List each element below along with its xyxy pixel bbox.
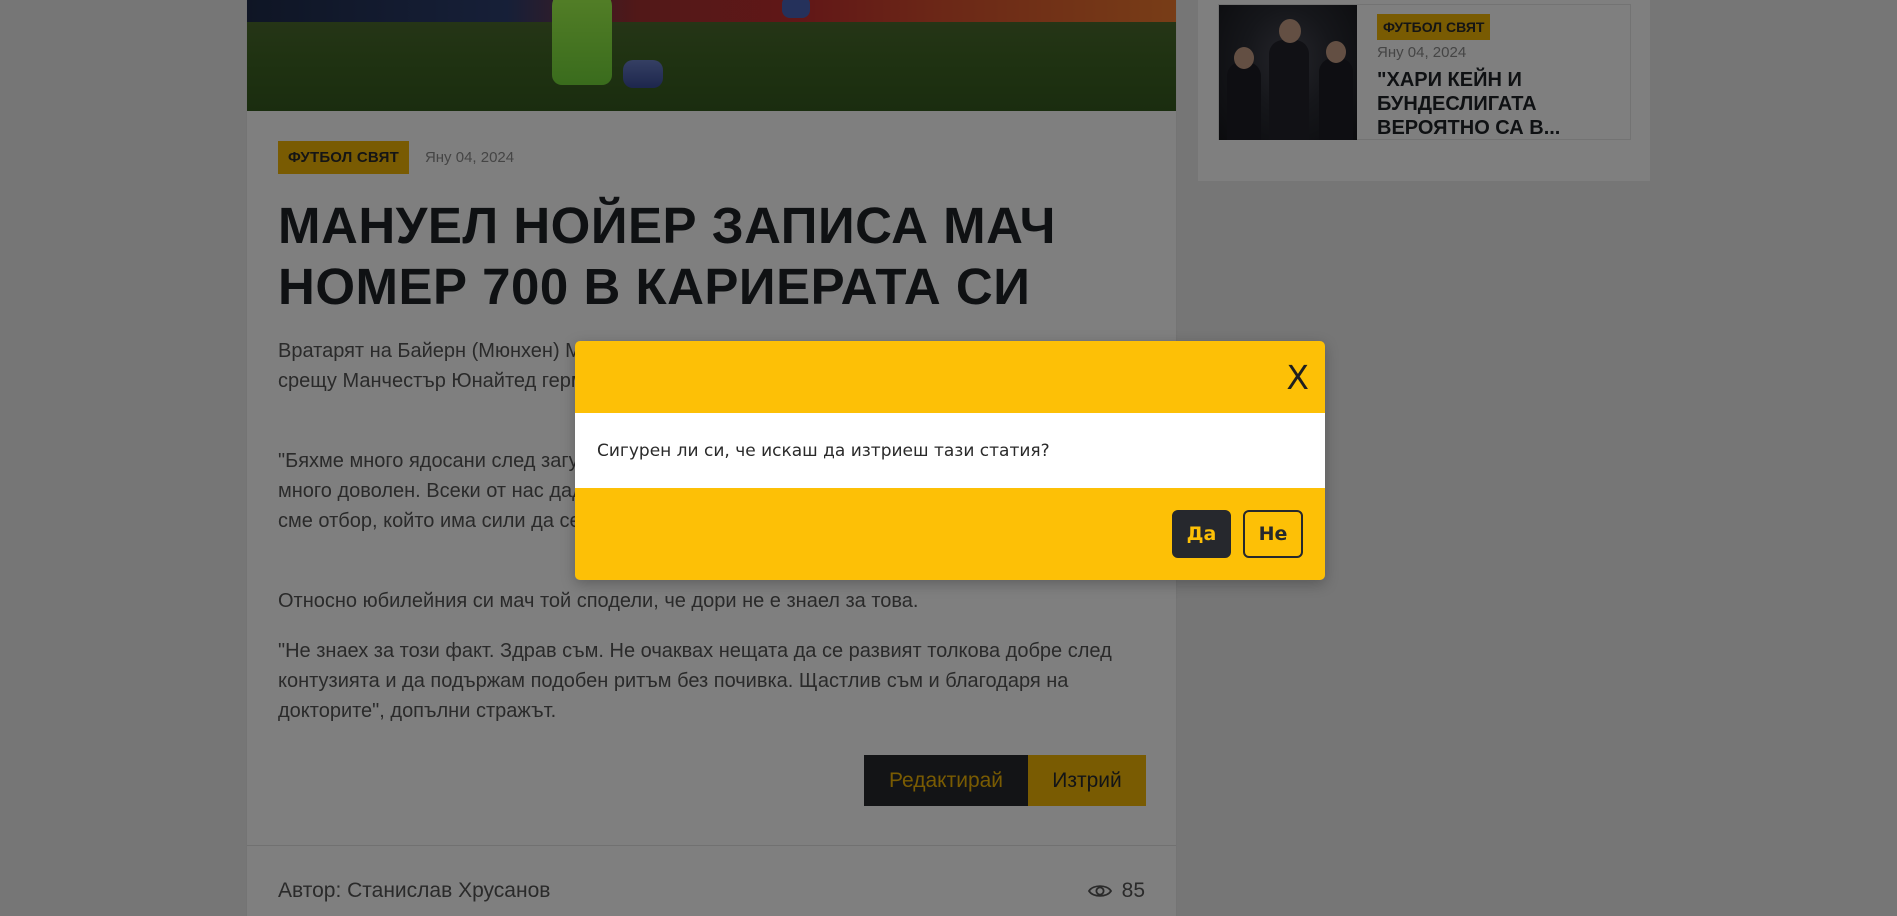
confirm-no-button[interactable]: Не	[1243, 510, 1303, 558]
confirm-delete-dialog: X Сигурен ли си, че искаш да изтриеш таз…	[575, 341, 1325, 580]
confirm-yes-button[interactable]: Да	[1172, 510, 1231, 558]
page: ФУТБОЛ СВЯТ Яну 04, 2024 МАНУЕЛ НОЙЕР ЗА…	[0, 0, 1897, 916]
dialog-footer: Да Не	[575, 488, 1325, 580]
close-button[interactable]: X	[1286, 361, 1309, 394]
dialog-header: X	[575, 341, 1325, 413]
dialog-message: Сигурен ли си, че искаш да изтриеш тази …	[575, 413, 1325, 488]
